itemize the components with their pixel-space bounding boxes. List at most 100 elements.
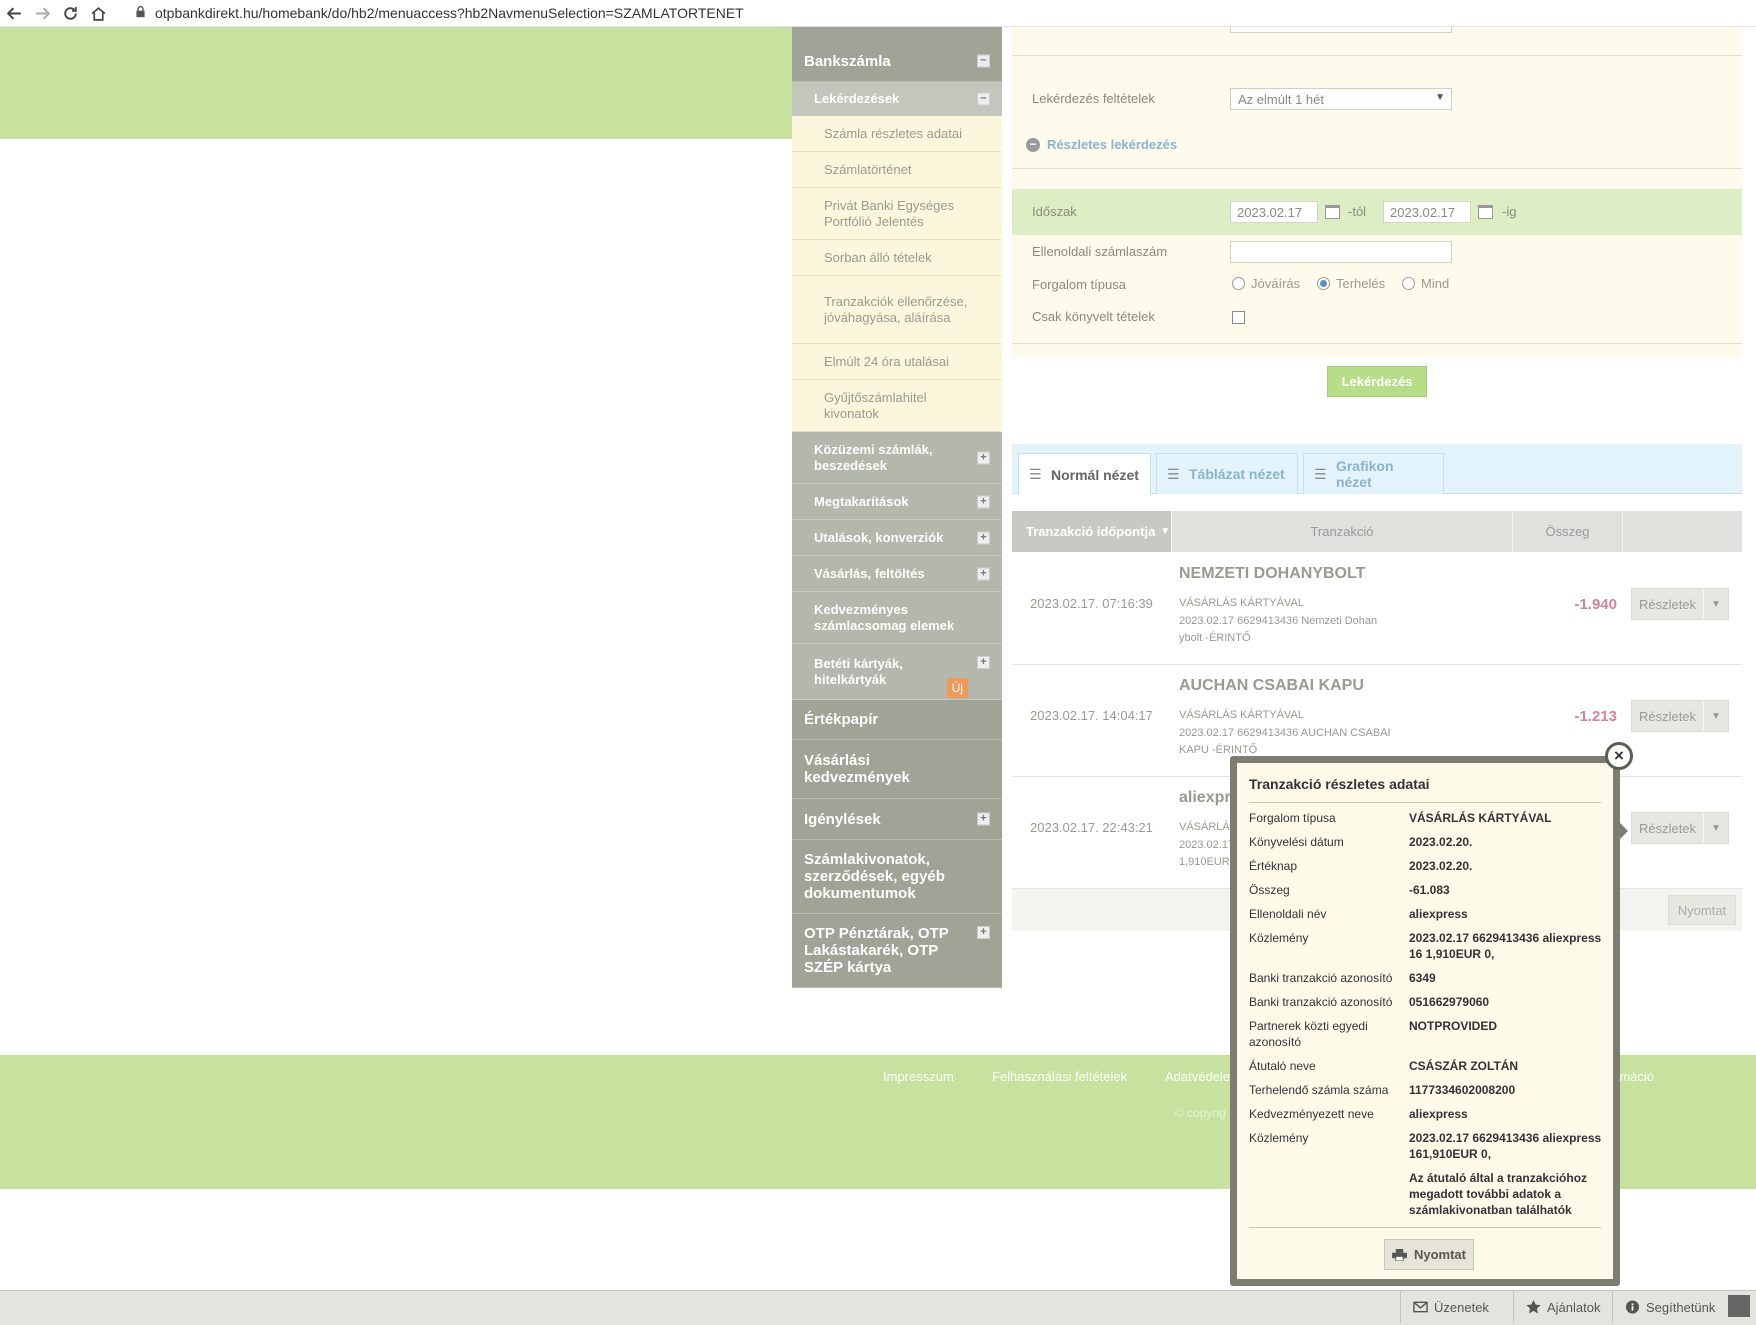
- transaction-type: VÁSÁRLÁS KÁRTYÁVAL: [1179, 709, 1304, 721]
- details-label: Részletek: [1632, 589, 1704, 619]
- turnover-type-label: Forgalom típusa: [1032, 277, 1126, 292]
- divider: [1012, 168, 1742, 169]
- query-button[interactable]: Lekérdezés: [1327, 366, 1427, 397]
- expand-icon[interactable]: +: [977, 495, 990, 508]
- sidebar-item-lekerdezesek[interactable]: Lekérdezések −: [792, 82, 1002, 116]
- sidebar-item-igenylesek[interactable]: Igénylések +: [792, 799, 1002, 840]
- address-bar[interactable]: otpbankdirekt.hu/homebank/do/hb2/menuacc…: [155, 5, 744, 21]
- expand-icon[interactable]: +: [977, 812, 990, 826]
- sidebar-item-ertekpapir[interactable]: Értékpapír: [792, 700, 1002, 740]
- calendar-icon[interactable]: [1325, 205, 1340, 219]
- minimize-icon[interactable]: [1728, 1295, 1750, 1317]
- offers-button[interactable]: Ajánlatok: [1513, 1291, 1612, 1323]
- advanced-query-label: Részletes lekérdezés: [1047, 137, 1178, 152]
- sidebar-item-bankszamla[interactable]: Bankszámla −: [792, 41, 1002, 82]
- sidebar-item-otp-penztarak[interactable]: OTP Pénztárak, OTP Lakástakarék, OTP SZÉ…: [792, 914, 1002, 988]
- detail-value: 051662979060: [1409, 995, 1490, 1009]
- sidebar-sub-item[interactable]: Tranzakciók ellenőrzése, jóváhagyása, al…: [792, 276, 1002, 344]
- sidebar-sub-item[interactable]: Számlatörténet: [792, 152, 1002, 188]
- chevron-down-icon[interactable]: ▼: [1704, 589, 1728, 619]
- sidebar-sub-item[interactable]: Privát Banki Egységes Portfólió Jelentés: [792, 188, 1002, 240]
- tab-label: Grafikon nézet: [1335, 458, 1394, 490]
- print-button[interactable]: Nyomtat: [1668, 895, 1736, 925]
- booked-only-checkbox[interactable]: [1232, 311, 1245, 324]
- sidebar-item-label: Igénylések: [804, 810, 881, 828]
- tab-label: Táblázat nézet: [1189, 466, 1285, 482]
- table-header: Tranzakció időpontja ▼ Tranzakció Összeg: [1012, 511, 1742, 552]
- lock-icon: [134, 5, 147, 21]
- sidebar-group-item[interactable]: Közüzemi számlák, beszedések +: [792, 432, 1002, 484]
- sidebar-group-item[interactable]: Megtakarítások +: [792, 484, 1002, 520]
- sidebar-group-item[interactable]: Kedvezményes számlacsomag elemek: [792, 592, 1002, 644]
- conditions-select[interactable]: Az elmúlt 1 hét ▼: [1230, 88, 1452, 110]
- date-to-input[interactable]: 2023.02.17: [1383, 201, 1471, 223]
- collapse-icon[interactable]: −: [977, 92, 990, 105]
- sidebar-sub-item[interactable]: Gyűjtőszámlahitel kivonatok: [792, 380, 1002, 432]
- messages-button[interactable]: Üzenetek: [1400, 1291, 1501, 1323]
- detail-value: 2023.02.20.: [1409, 859, 1473, 873]
- counter-account-label: Ellenoldali számlaszám: [1032, 244, 1168, 259]
- sidebar-item-label: Kedvezményes számlacsomag elemek: [814, 601, 955, 633]
- tab-chart-view[interactable]: ☰ Grafikon nézet: [1303, 453, 1444, 494]
- collapse-icon[interactable]: −: [977, 54, 990, 68]
- details-button[interactable]: Részletek ▼: [1631, 812, 1729, 844]
- back-icon[interactable]: [0, 0, 28, 27]
- expand-icon[interactable]: +: [977, 656, 990, 669]
- chevron-down-icon: ▼: [1435, 92, 1445, 103]
- expand-icon[interactable]: +: [977, 531, 990, 544]
- reload-icon[interactable]: [56, 0, 84, 27]
- sidebar-group-item[interactable]: Betéti kártyák, hitelkártyák + Új: [792, 644, 1002, 700]
- help-button[interactable]: Segíthetünk: [1612, 1291, 1727, 1323]
- messages-label: Üzenetek: [1434, 1299, 1489, 1315]
- popup-print-button[interactable]: Nyomtat: [1384, 1239, 1474, 1270]
- tab-table-view[interactable]: ☰ Táblázat nézet: [1156, 453, 1298, 494]
- sidebar-item-kedvezmenyek[interactable]: Vásárlási kedvezmények: [792, 740, 1002, 799]
- detail-value: VÁSÁRLÁS KÁRTYÁVAL: [1409, 811, 1552, 825]
- calendar-icon[interactable]: [1478, 205, 1493, 219]
- detail-value: -61.083: [1409, 883, 1450, 897]
- date-from-input[interactable]: 2023.02.17: [1230, 201, 1318, 223]
- transaction-amount: -1.213: [1574, 708, 1617, 725]
- expand-icon[interactable]: +: [977, 567, 990, 580]
- forward-icon[interactable]: [28, 0, 56, 27]
- sidebar-group-item[interactable]: Vásárlás, feltöltés +: [792, 556, 1002, 592]
- chevron-down-icon[interactable]: ▼: [1704, 813, 1728, 843]
- home-icon[interactable]: [84, 0, 112, 27]
- chevron-down-icon[interactable]: ▼: [1704, 701, 1728, 731]
- radio-circle: [1402, 277, 1415, 290]
- divider: [1012, 343, 1742, 344]
- sidebar-sub-item[interactable]: Sorban álló tételek: [792, 240, 1002, 276]
- divider: [1249, 802, 1601, 803]
- footer-link[interactable]: Felhasználási feltételek: [992, 1069, 1127, 1084]
- details-button[interactable]: Részletek ▼: [1631, 588, 1729, 620]
- expand-icon[interactable]: +: [977, 926, 990, 939]
- counter-account-input[interactable]: [1230, 241, 1452, 263]
- minus-circle-icon: −: [1026, 137, 1040, 152]
- advanced-query-toggle[interactable]: − Részletes lekérdezés: [1026, 137, 1177, 152]
- radio-debit[interactable]: Terhelés: [1317, 276, 1385, 291]
- details-button[interactable]: Részletek ▼: [1631, 700, 1729, 732]
- radio-credit[interactable]: Jóváírás: [1232, 276, 1300, 291]
- detail-label: Forgalom típusa: [1249, 811, 1336, 825]
- detail-label: Közlemény: [1249, 931, 1309, 945]
- sidebar-item-label: OTP Pénztárak, OTP Lakástakarék, OTP SZÉ…: [804, 925, 949, 976]
- sidebar-sub-item[interactable]: Elmúlt 24 óra utalásai: [792, 344, 1002, 380]
- footer-link[interactable]: rmáció: [1615, 1069, 1654, 1084]
- sidebar-item-szamlakivonatok[interactable]: Számlakivonatok, szerződések, egyéb doku…: [792, 840, 1002, 914]
- footer-link[interactable]: Adatvédele: [1165, 1069, 1230, 1084]
- detail-label: Terhelendő számla száma: [1249, 1083, 1389, 1097]
- tab-normal-view[interactable]: ☰ Normál nézet: [1018, 453, 1151, 495]
- sort-date-header[interactable]: Tranzakció időpontja ▼: [1012, 511, 1172, 552]
- desc-line: 2023.02.17 6629413436 Nemzeti Dohan: [1179, 615, 1378, 627]
- detail-value: NOTPROVIDED: [1409, 1019, 1498, 1033]
- transaction-name: NEMZETI DOHANYBOLT: [1179, 565, 1366, 582]
- radio-all[interactable]: Mind: [1402, 276, 1449, 291]
- popup-title: Tranzakció részletes adatai: [1249, 776, 1430, 792]
- expand-icon[interactable]: +: [977, 451, 990, 464]
- footer-link[interactable]: Impresszum: [883, 1069, 954, 1084]
- sidebar-group-item[interactable]: Utalások, konverziók +: [792, 520, 1002, 556]
- sidebar-item-label: Értékpapír: [804, 711, 879, 728]
- list-icon: ☰: [1314, 465, 1327, 482]
- close-icon[interactable]: ×: [1605, 742, 1633, 770]
- sidebar-sub-item[interactable]: Számla részletes adatai: [792, 116, 1002, 152]
